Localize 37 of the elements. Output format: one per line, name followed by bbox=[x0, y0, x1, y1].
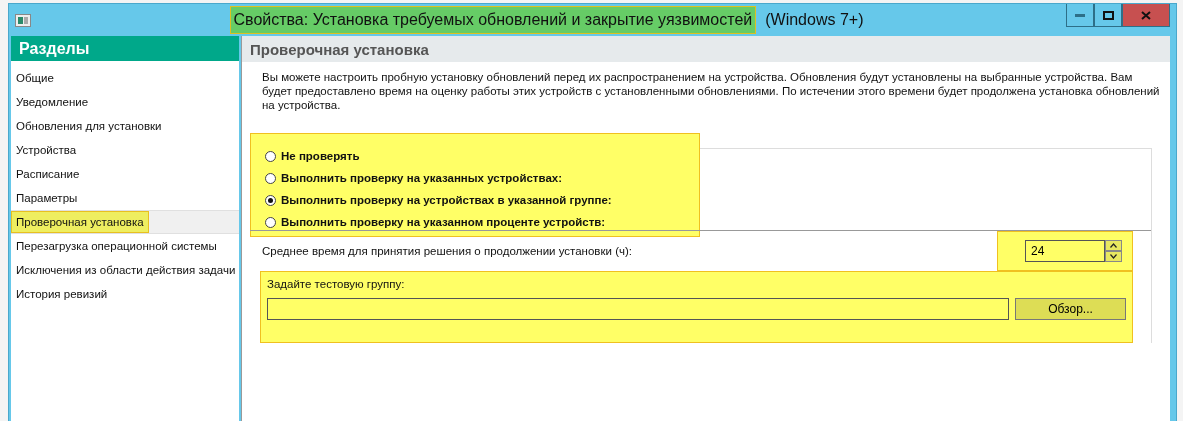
sidebar-item[interactable]: Исключения из области действия задачи bbox=[11, 259, 241, 281]
window-title: Свойства: Установка требуемых обновлений и закрытие уязвимостей bbox=[229, 6, 757, 34]
chevron-down-icon bbox=[1110, 254, 1117, 259]
increment-button[interactable] bbox=[1105, 240, 1122, 251]
sidebar-item[interactable]: Обновления для установки bbox=[11, 115, 167, 137]
chevron-up-icon bbox=[1110, 243, 1117, 248]
radio-button[interactable] bbox=[265, 150, 276, 162]
window-icon bbox=[15, 13, 31, 27]
hours-field[interactable]: 24 bbox=[1025, 240, 1105, 262]
close-button[interactable] bbox=[1122, 4, 1170, 27]
sidebar-item[interactable]: Расписание bbox=[11, 163, 85, 185]
sidebar-item[interactable]: Уведомление bbox=[11, 91, 94, 113]
test-group-field[interactable] bbox=[267, 298, 1009, 320]
radio-label: Не проверять bbox=[281, 150, 360, 162]
panel-title: Проверочная установка bbox=[242, 36, 1170, 62]
window-title: (Windows 7+) bbox=[764, 10, 865, 30]
sidebar-item[interactable]: История ревизий bbox=[11, 283, 113, 305]
radio-label: Выполнить проверку на указанных устройствах: bbox=[281, 172, 563, 184]
sidebar-item[interactable]: Устройства bbox=[11, 139, 82, 161]
radio-label: Выполнить проверку на указанном проценте устройств: bbox=[281, 216, 606, 228]
sidebar-item[interactable]: Параметры bbox=[11, 187, 83, 209]
test-group-label: Задайте тестовую группу: bbox=[267, 278, 406, 290]
radio-button[interactable] bbox=[265, 172, 276, 184]
minimize-icon bbox=[1075, 13, 1085, 17]
close-icon bbox=[1141, 10, 1151, 20]
maximize-icon bbox=[1102, 10, 1114, 20]
sidebar-item[interactable]: Проверочная установка bbox=[11, 211, 149, 233]
radio-button[interactable] bbox=[265, 194, 276, 206]
sidebar-item[interactable]: Общие bbox=[11, 67, 59, 89]
browse-button[interactable]: Обзор... bbox=[1015, 298, 1126, 320]
sidebar-item[interactable]: Перезагрузка операционной системы bbox=[11, 235, 222, 257]
hours-label: Среднее время для принятия решения о продолжении установки (ч): bbox=[262, 245, 632, 257]
sidebar-title: Разделы bbox=[11, 36, 239, 61]
radio-button[interactable] bbox=[265, 216, 276, 228]
radio-label: Выполнить проверку на устройствах в указанной группе: bbox=[281, 194, 612, 206]
decrement-button[interactable] bbox=[1105, 251, 1122, 262]
description-text: Вы можете настроить пробную установку обновлений перед их распространением на устройства. Обновления будут установлены на выбранные устройства. Вам будет предоставлено время на оценку работы этих устройств с установленными обновлениями. По истечении этого времени будет продолжена установка обновлений на устройства. bbox=[261, 70, 1161, 112]
